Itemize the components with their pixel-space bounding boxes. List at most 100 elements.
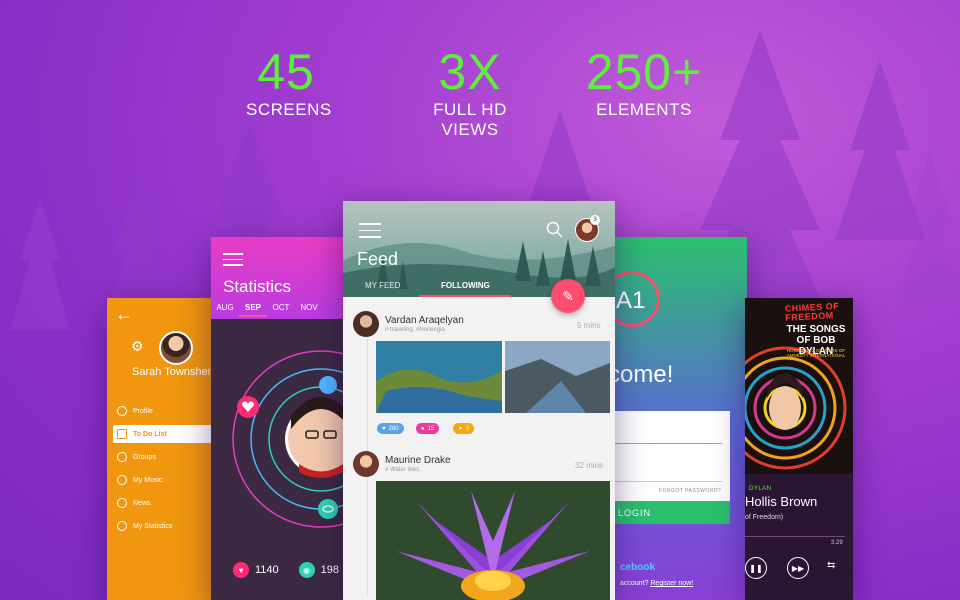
user-name: Sarah Townshen (132, 366, 214, 378)
comment-node-icon (319, 376, 337, 394)
welcome-screen: A1 come! FORGOT PASSWORD? LOGIN cebook a… (612, 237, 747, 600)
forgot-password-link[interactable]: FORGOT PASSWORD? (659, 488, 721, 494)
stats-footer: ♥ 1140 ◉ 198 (233, 562, 339, 578)
song-title: Hollis Brown (745, 494, 818, 509)
page-title: Feed (357, 249, 399, 269)
tab-my-feed[interactable]: MY FEED (365, 281, 400, 290)
share-count: 5 (466, 425, 470, 432)
menu-item-label: My Music (133, 476, 163, 484)
welcome-heading: come! (612, 361, 674, 388)
profile-screen: ← ⚙ Sarah Townshen Profile To Do List Gr… (107, 298, 219, 600)
share-icon: ➤ (458, 426, 464, 432)
menu-item-news[interactable]: News (117, 494, 219, 512)
cover-caption: HONOURING 50 YEARS OF AMNESTY INTERNATIO… (786, 348, 846, 358)
chart-icon (117, 521, 127, 531)
eye-node-icon (318, 499, 338, 519)
post-tags: # Water lilies (385, 467, 420, 473)
notification-badge: 3 (590, 215, 600, 225)
person-icon (117, 406, 127, 416)
track-time: 3:29 (831, 540, 843, 546)
login-card: FORGOT PASSWORD? LOGIN (612, 411, 730, 524)
post-author[interactable]: Maurine Drake (385, 455, 451, 466)
tab-sep[interactable]: SEP (239, 303, 267, 317)
tab-oct[interactable]: OCT (267, 303, 295, 317)
repeat-icon[interactable]: ⇆ (827, 560, 835, 571)
menu-item-groups[interactable]: Groups (117, 448, 219, 466)
avatar[interactable] (353, 451, 379, 477)
tab-aug[interactable]: AUG (211, 303, 239, 317)
stat-number: 250+ (585, 44, 703, 100)
menu-item-label: To Do List (133, 430, 167, 438)
heart-icon: ♥ (382, 425, 386, 432)
like-count: 280 (388, 425, 399, 432)
news-icon (117, 498, 127, 508)
menu-item-todo[interactable]: To Do List (113, 425, 219, 443)
post-photos[interactable] (376, 341, 610, 413)
post-photo[interactable] (376, 481, 610, 600)
menu-icon[interactable] (223, 253, 243, 270)
menu-item-label: Groups (133, 453, 156, 461)
search-icon[interactable] (546, 221, 564, 239)
username-field[interactable] (612, 443, 722, 444)
stat-number: 3X (438, 44, 502, 100)
month-tabs: AUG SEP OCT NOV (211, 303, 346, 317)
next-icon: ▶▶ (791, 563, 805, 573)
register-prompt: account? Register now! (620, 580, 693, 587)
heart-icon: ♥ (233, 562, 249, 578)
compose-button[interactable]: ✎ (551, 279, 585, 313)
likes-count: 1140 (255, 564, 279, 576)
post-author[interactable]: Vardan Araqelyan (385, 315, 464, 326)
stat-label: SCREENS (246, 100, 332, 119)
avatar[interactable] (353, 311, 379, 337)
back-arrow-icon[interactable]: ← (115, 304, 133, 325)
menu-item-label: Profile (133, 407, 153, 415)
comment-chip[interactable]: ● 15 (416, 423, 440, 434)
groups-icon (117, 452, 127, 462)
avatar[interactable] (159, 331, 193, 365)
comment-icon: ● (421, 425, 425, 432)
views-count: 198 (320, 564, 340, 576)
post-time: 32 mins (575, 461, 604, 470)
menu-icon[interactable] (359, 223, 381, 243)
menu-item-profile[interactable]: Profile (117, 402, 219, 420)
album-name: of Freedom) (745, 514, 784, 521)
artist-name: DYLAN (749, 486, 772, 492)
logo: A1 (616, 287, 646, 314)
post-time: 5 mins (577, 321, 601, 330)
pause-icon: ❚❚ (749, 563, 763, 573)
stat-elements: 250+ ELEMENTS (584, 46, 704, 120)
stat-label: ELEMENTS (596, 100, 692, 119)
share-chip[interactable]: ➤ 5 (453, 423, 475, 434)
progress-bar[interactable] (745, 536, 845, 537)
page-title: Statistics (223, 277, 292, 296)
calendar-icon (117, 429, 127, 439)
next-button[interactable]: ▶▶ (787, 557, 809, 579)
menu-item-statistics[interactable]: My Statistics (117, 517, 219, 535)
stat-label: FULL HD VIEWS (433, 100, 507, 139)
pause-button[interactable]: ❚❚ (745, 557, 767, 579)
menu-item-label: News (133, 499, 151, 507)
feed-screen: Feed 3 MY FEED FOLLOWING ✎ Vardan Araqel… (343, 201, 615, 600)
tab-following[interactable]: FOLLOWING (441, 281, 490, 290)
gear-icon[interactable]: ⚙ (131, 338, 144, 355)
pencil-icon: ✎ (562, 287, 574, 304)
music-icon (117, 475, 127, 485)
like-chip[interactable]: ♥ 280 (377, 423, 404, 434)
comment-count: 15 (427, 425, 435, 432)
stat-screens: 45 SCREENS (246, 46, 332, 120)
tab-nov[interactable]: NOV (295, 303, 323, 317)
password-field[interactable] (612, 481, 722, 482)
facebook-link[interactable]: cebook (620, 562, 655, 573)
register-link[interactable]: Register now! (650, 580, 693, 587)
orbit-chart (232, 350, 346, 528)
menu-item-music[interactable]: My Music (117, 471, 219, 489)
album-cover: CHIMES OF FREEDOM THE SONGS OF BOB DYLAN… (745, 298, 853, 474)
stat-views: 3X FULL HD VIEWS (405, 46, 535, 140)
account-text: account? (620, 580, 649, 587)
menu-item-label: My Statistics (133, 522, 173, 530)
music-screen: CHIMES OF FREEDOM THE SONGS OF BOB DYLAN… (745, 298, 853, 600)
cover-title: CHIMES OF FREEDOM (784, 300, 840, 323)
statistics-screen: Statistics AUG SEP OCT NOV ♥ 1140 ◉ 198 (211, 237, 346, 600)
post-tags: # traveling, #Norwegia (385, 327, 445, 333)
login-button[interactable]: LOGIN (612, 501, 730, 524)
